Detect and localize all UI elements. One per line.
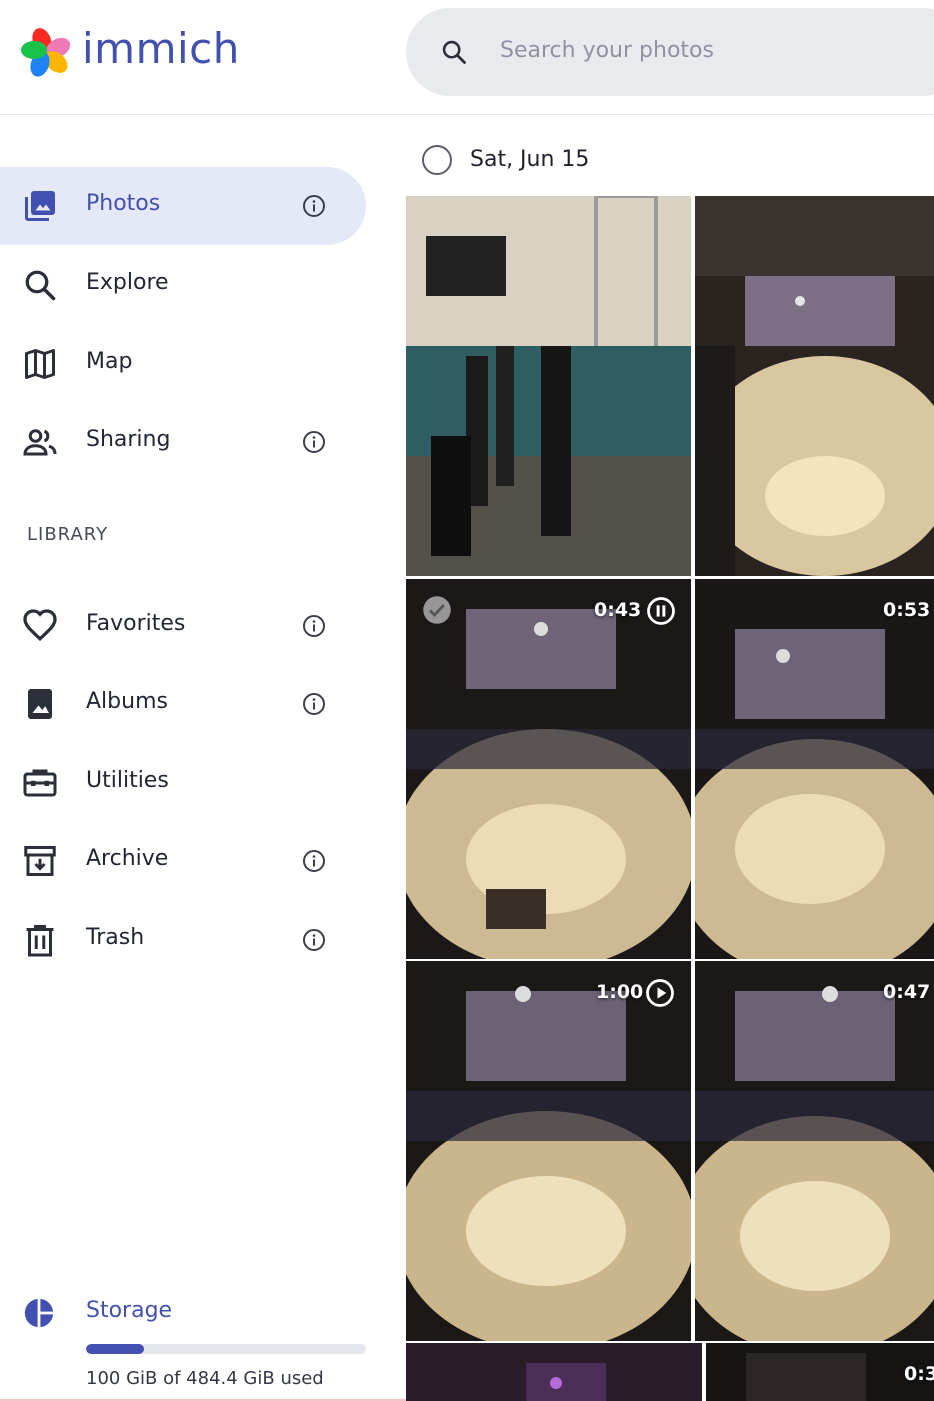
people-icon [23,429,57,456]
info-icon[interactable] [302,849,326,873]
photo-thumbnail[interactable] [406,196,691,576]
sidebar-item-label: Archive [86,846,169,871]
photo-thumbnail[interactable] [406,1343,702,1401]
sidebar-item-utilities[interactable]: Utilities [0,744,366,822]
video-thumbnail[interactable]: 1:00 [406,961,691,1341]
search-icon[interactable] [440,38,468,66]
video-duration: 0:53 [883,599,931,621]
search-input[interactable]: Search your photos [500,38,714,63]
video-duration: 0:43 [594,599,642,621]
video-image [406,579,691,959]
library-section-title: LIBRARY [27,524,109,545]
sidebar-item-map[interactable]: Map [0,325,366,403]
video-duration: 1:00 [596,981,644,1003]
video-image [406,961,691,1341]
video-image [695,961,934,1341]
toolbox-icon [23,769,57,797]
video-image [695,579,934,959]
heart-icon [23,609,57,642]
sidebar-item-explore[interactable]: Explore [0,246,366,324]
sidebar-item-label: Favorites [86,611,186,636]
photo-image [695,196,934,576]
storage-label[interactable]: Storage [86,1298,172,1323]
photo-image [406,196,691,576]
info-icon[interactable] [302,194,326,218]
search-bar[interactable]: Search your photos [406,8,934,96]
sidebar-item-label: Map [86,349,133,374]
selected-check-icon[interactable] [422,595,452,625]
trash-icon [26,925,54,957]
info-icon[interactable] [302,614,326,638]
video-thumbnail[interactable]: 0:47 [695,961,934,1341]
sidebar-item-photos[interactable]: Photos [0,167,366,245]
sidebar-item-label: Trash [86,925,145,950]
select-date-group-checkbox[interactable] [422,145,452,175]
storage-usage-text: 100 GiB of 484.4 GiB used [86,1368,324,1389]
brand-name: immich [82,24,240,73]
search-icon [25,270,56,301]
play-icon[interactable] [645,978,675,1008]
sidebar-item-label: Photos [86,191,161,216]
info-icon[interactable] [302,692,326,716]
map-icon [25,349,55,379]
app-header: immich Search your photos [0,0,934,115]
storage-usage-fill [86,1344,144,1354]
video-duration: 0:3 [904,1363,934,1385]
sidebar-item-label: Utilities [86,768,169,793]
video-duration: 0:47 [883,981,931,1003]
pause-icon[interactable] [646,596,676,626]
sidebar-item-trash[interactable]: Trash [0,901,366,979]
sidebar-item-sharing[interactable]: Sharing [0,403,366,481]
photo-thumbnail[interactable] [695,196,934,576]
video-image [706,1343,934,1401]
photos-icon [25,191,55,221]
info-icon[interactable] [302,928,326,952]
photo-image [406,1343,702,1401]
sidebar-item-albums[interactable]: Albums [0,665,366,743]
video-thumbnail[interactable]: 0:53 [695,579,934,959]
storage-pie-icon [24,1298,54,1328]
info-icon[interactable] [302,430,326,454]
sidebar-item-label: Sharing [86,427,171,452]
sidebar-item-favorites[interactable]: Favorites [0,587,366,665]
archive-icon [24,846,56,876]
storage-usage-bar [86,1344,366,1354]
video-thumbnail[interactable]: 0:43 [406,579,691,959]
sidebar-item-archive[interactable]: Archive [0,822,366,900]
video-thumbnail[interactable]: 0:3 [706,1343,934,1401]
photo-timeline: Sat, Jun 15 0:43 0:53 1:00 0:47 0:3 [406,115,934,1401]
sidebar: Photos Explore Map Sharing LIBRARY Favor… [0,115,390,1401]
immich-logo[interactable] [20,26,72,78]
sidebar-item-label: Explore [86,270,169,295]
album-icon [28,689,52,719]
date-group-label: Sat, Jun 15 [470,147,590,172]
sidebar-item-label: Albums [86,689,168,714]
